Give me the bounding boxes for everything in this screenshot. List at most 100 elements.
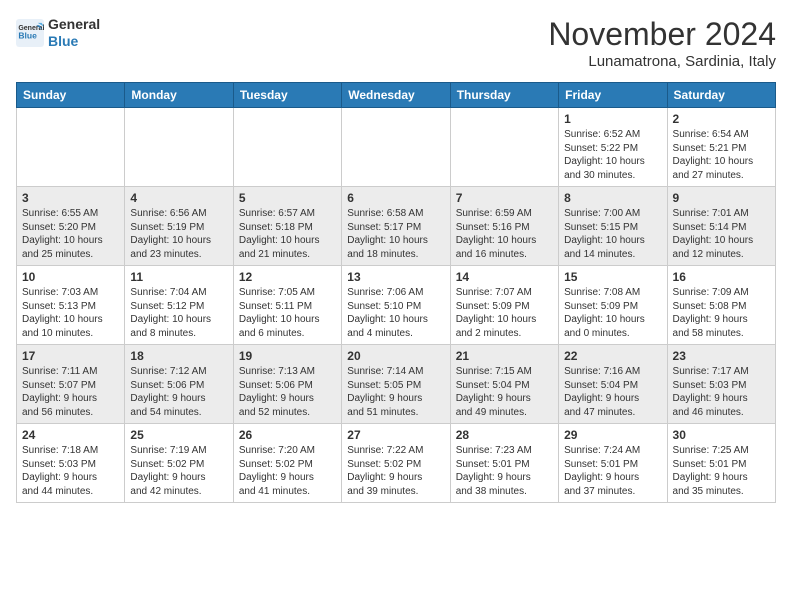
day-info: Daylight: 10 hours — [22, 313, 119, 327]
calendar-cell: 20Sunrise: 7:14 AMSunset: 5:05 PMDayligh… — [342, 345, 450, 424]
calendar-body: 1Sunrise: 6:52 AMSunset: 5:22 PMDaylight… — [17, 108, 776, 503]
day-info: Daylight: 10 hours — [347, 313, 444, 327]
day-info: and 10 minutes. — [22, 327, 119, 341]
weekday-header-wednesday: Wednesday — [342, 83, 450, 108]
day-number: 29 — [564, 428, 661, 442]
weekday-header-friday: Friday — [559, 83, 667, 108]
calendar-week-1: 1Sunrise: 6:52 AMSunset: 5:22 PMDaylight… — [17, 108, 776, 187]
day-info: Sunrise: 6:58 AM — [347, 207, 444, 221]
day-number: 7 — [456, 191, 553, 205]
calendar-cell: 8Sunrise: 7:00 AMSunset: 5:15 PMDaylight… — [559, 187, 667, 266]
calendar-cell: 10Sunrise: 7:03 AMSunset: 5:13 PMDayligh… — [17, 266, 125, 345]
calendar-cell: 12Sunrise: 7:05 AMSunset: 5:11 PMDayligh… — [233, 266, 341, 345]
day-info: Sunrise: 7:15 AM — [456, 365, 553, 379]
calendar-cell: 9Sunrise: 7:01 AMSunset: 5:14 PMDaylight… — [667, 187, 775, 266]
day-number: 17 — [22, 349, 119, 363]
day-info: Daylight: 10 hours — [130, 234, 227, 248]
month-title: November 2024 — [548, 16, 776, 53]
day-info: Sunrise: 6:56 AM — [130, 207, 227, 221]
calendar-cell — [450, 108, 558, 187]
calendar-cell — [342, 108, 450, 187]
calendar-table: SundayMondayTuesdayWednesdayThursdayFrid… — [16, 82, 776, 503]
day-info: Sunrise: 6:54 AM — [673, 128, 770, 142]
day-number: 5 — [239, 191, 336, 205]
day-info: and 49 minutes. — [456, 406, 553, 420]
day-info: Sunset: 5:13 PM — [22, 300, 119, 314]
day-number: 3 — [22, 191, 119, 205]
day-info: Sunrise: 6:57 AM — [239, 207, 336, 221]
day-number: 13 — [347, 270, 444, 284]
day-info: and 39 minutes. — [347, 485, 444, 499]
calendar-cell: 26Sunrise: 7:20 AMSunset: 5:02 PMDayligh… — [233, 424, 341, 503]
logo-text: General Blue — [48, 16, 100, 50]
day-info: Daylight: 9 hours — [456, 471, 553, 485]
day-info: and 18 minutes. — [347, 248, 444, 262]
day-info: and 25 minutes. — [22, 248, 119, 262]
calendar-cell: 29Sunrise: 7:24 AMSunset: 5:01 PMDayligh… — [559, 424, 667, 503]
day-info: and 56 minutes. — [22, 406, 119, 420]
calendar-cell: 25Sunrise: 7:19 AMSunset: 5:02 PMDayligh… — [125, 424, 233, 503]
calendar-cell — [125, 108, 233, 187]
day-info: Daylight: 10 hours — [564, 313, 661, 327]
day-info: Sunrise: 7:01 AM — [673, 207, 770, 221]
day-number: 26 — [239, 428, 336, 442]
day-info: and 8 minutes. — [130, 327, 227, 341]
weekday-header-tuesday: Tuesday — [233, 83, 341, 108]
day-info: Sunset: 5:12 PM — [130, 300, 227, 314]
day-info: Sunset: 5:02 PM — [130, 458, 227, 472]
day-info: and 30 minutes. — [564, 169, 661, 183]
day-info: Sunrise: 7:00 AM — [564, 207, 661, 221]
day-number: 18 — [130, 349, 227, 363]
day-info: and 14 minutes. — [564, 248, 661, 262]
day-info: Sunset: 5:22 PM — [564, 142, 661, 156]
calendar-week-2: 3Sunrise: 6:55 AMSunset: 5:20 PMDaylight… — [17, 187, 776, 266]
day-info: and 16 minutes. — [456, 248, 553, 262]
calendar-week-4: 17Sunrise: 7:11 AMSunset: 5:07 PMDayligh… — [17, 345, 776, 424]
calendar-cell: 23Sunrise: 7:17 AMSunset: 5:03 PMDayligh… — [667, 345, 775, 424]
day-info: Sunset: 5:09 PM — [456, 300, 553, 314]
page-header: General Blue General Blue November 2024 … — [16, 16, 776, 70]
calendar-cell: 5Sunrise: 6:57 AMSunset: 5:18 PMDaylight… — [233, 187, 341, 266]
day-info: Sunrise: 7:04 AM — [130, 286, 227, 300]
day-info: and 58 minutes. — [673, 327, 770, 341]
day-info: Sunrise: 7:20 AM — [239, 444, 336, 458]
calendar-cell: 6Sunrise: 6:58 AMSunset: 5:17 PMDaylight… — [342, 187, 450, 266]
day-info: Daylight: 10 hours — [564, 155, 661, 169]
day-number: 19 — [239, 349, 336, 363]
day-info: Daylight: 9 hours — [564, 392, 661, 406]
weekday-header-thursday: Thursday — [450, 83, 558, 108]
day-info: Daylight: 9 hours — [239, 471, 336, 485]
day-number: 16 — [673, 270, 770, 284]
day-number: 15 — [564, 270, 661, 284]
calendar-cell: 15Sunrise: 7:08 AMSunset: 5:09 PMDayligh… — [559, 266, 667, 345]
day-info: Sunrise: 6:55 AM — [22, 207, 119, 221]
day-info: and 0 minutes. — [564, 327, 661, 341]
day-info: Sunrise: 7:24 AM — [564, 444, 661, 458]
day-info: Sunset: 5:11 PM — [239, 300, 336, 314]
day-info: Daylight: 10 hours — [456, 313, 553, 327]
day-info: Sunrise: 7:22 AM — [347, 444, 444, 458]
calendar-cell: 3Sunrise: 6:55 AMSunset: 5:20 PMDaylight… — [17, 187, 125, 266]
calendar-cell: 11Sunrise: 7:04 AMSunset: 5:12 PMDayligh… — [125, 266, 233, 345]
weekday-header-sunday: Sunday — [17, 83, 125, 108]
calendar-cell: 30Sunrise: 7:25 AMSunset: 5:01 PMDayligh… — [667, 424, 775, 503]
day-number: 24 — [22, 428, 119, 442]
day-number: 6 — [347, 191, 444, 205]
calendar-cell: 28Sunrise: 7:23 AMSunset: 5:01 PMDayligh… — [450, 424, 558, 503]
day-info: Sunrise: 7:25 AM — [673, 444, 770, 458]
day-info: and 37 minutes. — [564, 485, 661, 499]
day-info: Sunset: 5:07 PM — [22, 379, 119, 393]
day-info: Sunset: 5:05 PM — [347, 379, 444, 393]
day-info: Sunset: 5:16 PM — [456, 221, 553, 235]
day-info: Sunset: 5:04 PM — [456, 379, 553, 393]
logo-icon: General Blue — [16, 19, 44, 47]
day-info: and 2 minutes. — [456, 327, 553, 341]
calendar-cell — [233, 108, 341, 187]
day-info: and 21 minutes. — [239, 248, 336, 262]
day-info: Sunrise: 7:12 AM — [130, 365, 227, 379]
day-info: and 12 minutes. — [673, 248, 770, 262]
weekday-header-saturday: Saturday — [667, 83, 775, 108]
location: Lunamatrona, Sardinia, Italy — [548, 53, 776, 70]
day-number: 10 — [22, 270, 119, 284]
calendar-cell: 14Sunrise: 7:07 AMSunset: 5:09 PMDayligh… — [450, 266, 558, 345]
